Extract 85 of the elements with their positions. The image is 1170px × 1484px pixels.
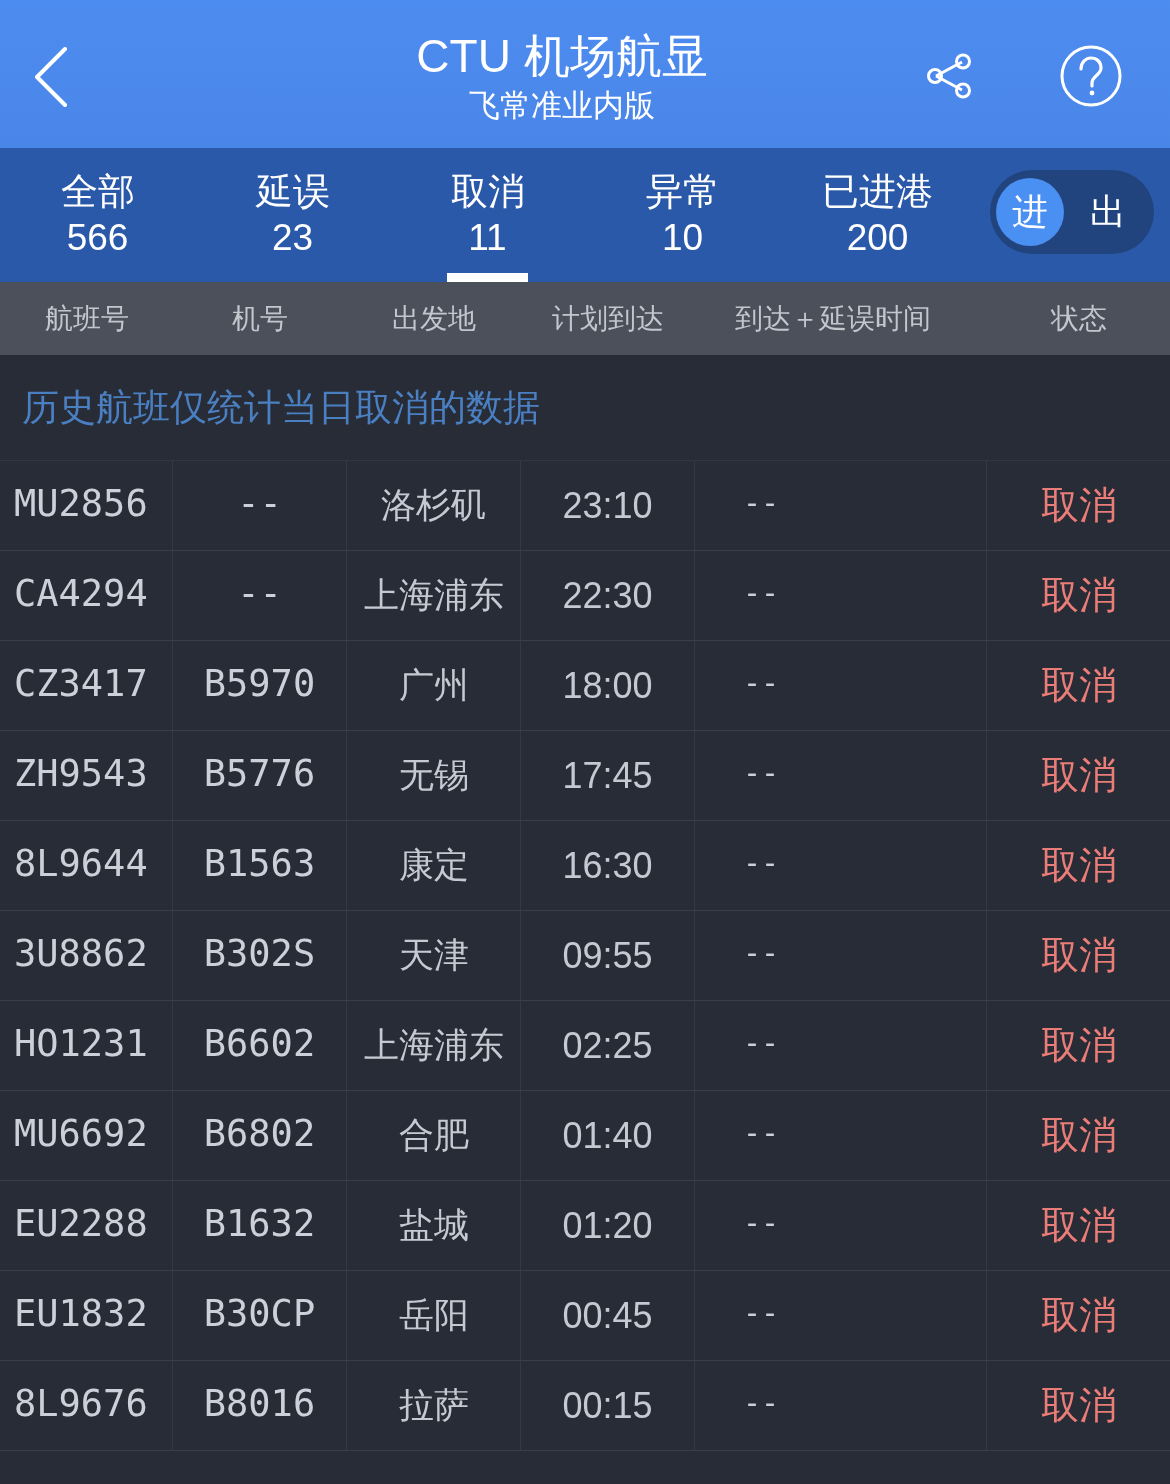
direction-toggle[interactable]: 进 出 [990,170,1154,254]
table-cell: B5776 [173,731,347,820]
table-cell-text: 取消 [1039,932,1118,979]
table-cell: 拉萨 [347,1361,521,1450]
filter-tab[interactable]: 延误 23 [195,148,390,282]
column-header: 出发地 [392,300,476,337]
table-cell: -- [173,551,347,640]
filter-tab[interactable]: 取消 11 [390,148,585,282]
column-header: 机号 [232,300,288,337]
screen-title: CTU 机场航显 [416,29,708,84]
table-cell: 16:30 [521,821,695,910]
chevron-left-icon[interactable] [34,47,68,107]
table-cell: -- [743,485,780,520]
table-cell: 上海浦东 [347,551,521,640]
table-cell: 22:30 [521,551,695,640]
table-cell: 岳阳 [347,1271,521,1360]
table-cell: -- [743,665,780,700]
share-icon[interactable] [926,53,972,99]
table-cell: -- [743,1115,780,1150]
table-cell: 23:10 [521,461,695,550]
table-cell: B6802 [173,1091,347,1180]
table-cell: EU1832 [0,1271,173,1360]
table-cell: 17:45 [521,731,695,820]
column-header: 到达＋延误时间 [734,300,931,337]
table-cell: B5970 [173,641,347,730]
direction-option[interactable]: 出 [1074,178,1142,246]
table-cell: ZH9543 [0,731,173,820]
table-cell: 无锡 [347,731,521,820]
table-cell: 09:55 [521,911,695,1000]
table-cell: -- [743,935,780,970]
table-cell-text: 取消 [1039,1292,1118,1339]
table-cell: -- [743,1025,780,1060]
info-note: 历史航班仅统计当日取消的数据 [22,384,540,431]
table-cell: HO1231 [0,1001,173,1090]
table-cell: 盐城 [347,1181,521,1270]
table-cell: B1632 [173,1181,347,1270]
table-cell-text: 取消 [1039,572,1118,619]
table-cell-text: 取消 [1039,1112,1118,1159]
table-cell: 00:15 [521,1361,695,1450]
table-cell: -- [743,845,780,880]
table-cell-text: 取消 [1039,1382,1118,1429]
table-cell: 18:00 [521,641,695,730]
table-cell: 上海浦东 [347,1001,521,1090]
table-cell: B8016 [173,1361,347,1450]
filter-tab[interactable]: 全部 566 [0,148,195,282]
table-cell: MU6692 [0,1091,173,1180]
table-cell: EU2288 [0,1181,173,1270]
table-cell: 8L9644 [0,821,173,910]
table-cell-text: 取消 [1039,842,1118,889]
table-cell: 00:45 [521,1271,695,1360]
table-cell: MU2856 [0,461,173,550]
question-circle-icon[interactable] [1060,45,1122,107]
table-cell: 洛杉矶 [347,461,521,550]
table-cell: -- [743,1295,780,1330]
table-cell: 天津 [347,911,521,1000]
table-cell-text: 取消 [1039,1022,1118,1069]
table-cell-text: 取消 [1039,482,1118,529]
table-cell: 广州 [347,641,521,730]
table-cell: B1563 [173,821,347,910]
table-cell: 01:40 [521,1091,695,1180]
filter-tab[interactable]: 异常 10 [585,148,780,282]
table-cell: B302S [173,911,347,1000]
table-cell: 8L9676 [0,1361,173,1450]
table-cell-text: 取消 [1039,752,1118,799]
table-cell: B30CP [173,1271,347,1360]
column-header: 航班号 [44,300,129,337]
table-cell: 康定 [347,821,521,910]
table-cell-text: 取消 [1039,1202,1118,1249]
table-cell-text: 取消 [1039,662,1118,709]
table-cell: CZ3417 [0,641,173,730]
table-cell: 3U8862 [0,911,173,1000]
table-cell: B6602 [173,1001,347,1090]
table-cell: -- [743,755,780,790]
table-cell: 01:20 [521,1181,695,1270]
table-cell: -- [743,1385,780,1420]
table-cell: -- [743,575,780,610]
table-cell: CA4294 [0,551,173,640]
table-cell: -- [743,1205,780,1240]
column-header: 计划到达 [552,300,664,337]
screen-subtitle: 飞常准业内版 [469,86,655,124]
column-header: 状态 [1050,300,1107,337]
filter-tab[interactable]: 已进港 200 [780,148,975,282]
table-cell: -- [173,461,347,550]
table-cell: 02:25 [521,1001,695,1090]
table-cell: 合肥 [347,1091,521,1180]
